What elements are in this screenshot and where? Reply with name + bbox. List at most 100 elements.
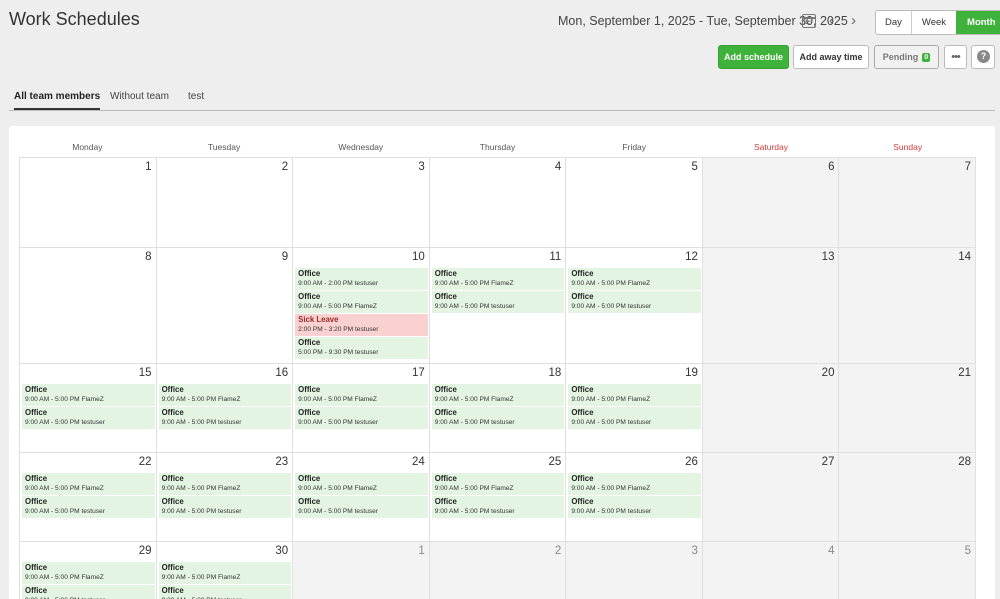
pending-label: Pending [882,52,919,62]
event-title: Office [298,497,321,506]
schedule-event[interactable]: Office 9:00 AM - 5:00 PM FlameZ [431,473,565,495]
add-away-time-button[interactable]: Add away time [793,45,869,69]
day-cell[interactable]: 11 Office 9:00 AM - 5:00 PM FlameZ Office 9:… [429,248,567,364]
day-cell[interactable]: 10 Office 9:00 AM - 2:00 PM testuser Office… [293,248,430,364]
day-cell[interactable]: 7 [839,158,977,248]
day-cell[interactable]: 19 Office 9:00 AM - 5:00 PM FlameZ Office 9:… [566,364,703,453]
schedule-event[interactable]: Office 9:00 AM - 5:00 PM FlameZ [431,384,565,406]
day-cell[interactable]: 29 Office 9:00 AM - 5:00 PM FlameZ Office9:… [20,542,157,599]
schedule-event[interactable]: Office9:00 AM - 5:00 PM testuser [158,407,292,429]
schedule-event[interactable]: Office 9:00 AM - 5:00 PM FlameZ [431,268,565,290]
day-cell[interactable]: 8 [20,248,157,364]
day-cell[interactable]: 5 [839,542,977,599]
day-cell[interactable]: 12 Office 9:00 AM - 5:00 PM FlameZ Office 9:… [566,248,703,364]
day-cell[interactable]: 27 [702,453,840,542]
tab-without-team[interactable]: Without team [110,91,169,108]
day-cell[interactable]: 25 Office 9:00 AM - 5:00 PM FlameZ Office 9:… [429,453,567,542]
event-time: 9:00 AM - 5:00 PM FlameZ [25,396,104,403]
schedule-event[interactable]: Office9:00 AM - 5:00 PM testuser [568,407,701,429]
schedule-event[interactable]: Office 9:00 AM - 5:00 PM FlameZ [568,268,701,290]
add-schedule-button[interactable]: Add schedule [718,45,789,69]
schedule-event[interactable]: Office 9:00 AM - 5:00 PM FlameZ [568,473,701,495]
schedule-event[interactable]: Office 9:00 AM - 5:00 PM FlameZ [22,473,155,495]
day-cell[interactable]: 30 Office 9:00 AM - 5:00 PM FlameZ Office9:… [156,542,294,599]
tab-test[interactable]: test [188,91,204,108]
day-cell[interactable]: 22 Office 9:00 AM - 5:00 PM FlameZ Office 9:… [20,453,157,542]
weekday-friday: Friday [622,142,647,152]
schedule-event[interactable]: Office 9:00 AM - 5:00 PM FlameZ [22,384,155,406]
schedule-event[interactable]: Office 9:00 AM - 5:00 PM FlameZ [568,384,701,406]
schedule-event[interactable]: Office 9:00 AM - 5:00 PM FlameZ [158,473,292,495]
view-day-button[interactable]: Day [876,11,911,34]
chevron-right-icon[interactable]: › [851,13,856,28]
day-cell[interactable]: 2 [156,158,294,248]
day-cell[interactable]: 17 Office 9:00 AM - 5:00 PM FlameZ Office 9:… [293,364,430,453]
help-button[interactable]: ? [971,45,995,69]
day-cell[interactable]: 9 [156,248,294,364]
day-cell[interactable]: 5 [566,158,703,248]
schedule-event[interactable]: Office9:00 AM - 5:00 PM testuser [431,496,565,518]
pending-button[interactable]: Pending 0 [874,45,939,69]
help-icon: ? [977,50,990,63]
event-title: Office [25,497,48,506]
day-cell[interactable]: 14 [839,248,977,364]
event-title: Office [298,385,321,394]
schedule-event[interactable]: Office 9:00 AM - 5:00 PM FlameZ [295,473,428,495]
day-cell[interactable]: 13 [702,248,840,364]
day-cell[interactable]: 15 Office 9:00 AM - 5:00 PM FlameZ Office 9:… [20,364,157,453]
event-time: 9:00 AM - 5:00 PM FlameZ [25,485,104,492]
event-time: 9:00 AM - 5:00 PM testuser [434,419,515,426]
day-cell[interactable]: 1 [293,542,430,599]
day-cell[interactable]: 23 Office 9:00 AM - 5:00 PM FlameZ Office 9:… [156,453,294,542]
event-title: Office [434,385,457,394]
week-row: 8 9 10 Office 9:00 AM - 2:00 PM testuser Offi… [20,248,977,364]
schedule-event[interactable]: Office 9:00 AM - 5:00 PM FlameZ [295,291,428,313]
day-cell[interactable]: 16 Office 9:00 AM - 5:00 PM FlameZ Office 9:… [156,364,294,453]
sick-leave-event[interactable]: Sick Leave 2:00 PM - 3:20 PM testuser [295,314,428,336]
schedule-event[interactable]: Office 9:00 AM - 5:00 PM FlameZ [158,562,292,584]
tab-all-team-members[interactable]: All team members [14,91,101,110]
schedule-event[interactable]: Office9:00 AM - 5:00 PM testuser [158,496,292,518]
day-cell[interactable]: 1 [20,158,157,248]
day-number: 26 [685,456,698,468]
schedule-event[interactable]: Office9:00 AM - 5:00 PM testuser [431,291,565,313]
schedule-event[interactable]: Office 9:00 AM - 5:00 PM FlameZ [158,384,292,406]
schedule-event[interactable]: Office9:00 AM - 5:00 PM testuser [568,291,701,313]
day-cell[interactable]: 3 [293,158,430,248]
event-time: 9:00 AM - 5:00 PM testuser [25,508,105,515]
schedule-event[interactable]: Office9:00 AM - 5:00 PM testuser [295,407,428,429]
day-cell[interactable]: 4 [702,542,840,599]
day-cell[interactable]: 26 Office 9:00 AM - 5:00 PM FlameZ Office 9:… [566,453,703,542]
view-week-button[interactable]: Week [910,11,956,34]
day-cell[interactable]: 18 Office 9:00 AM - 5:00 PM FlameZ Office 9:… [429,364,567,453]
schedule-event[interactable]: Office9:00 AM - 5:00 PM testuser [158,585,292,599]
day-cell[interactable]: 28 [839,453,977,542]
day-cell[interactable]: 4 [429,158,567,248]
more-options-button[interactable]: ••• [944,45,967,69]
event-time: 9:00 AM - 5:00 PM FlameZ [571,485,651,492]
day-cell[interactable]: 3 [566,542,703,599]
schedule-event[interactable]: Office 9:00 AM - 2:00 PM testuser [295,268,428,290]
view-month-button[interactable]: Month [956,11,1000,34]
schedule-event[interactable]: Office9:00 AM - 5:00 PM testuser [568,496,701,518]
day-cell[interactable]: 2 [429,542,567,599]
day-cell[interactable]: 20 [702,364,840,453]
event-time: 9:00 AM - 5:00 PM testuser [161,419,242,426]
schedule-event[interactable]: Office9:00 AM - 5:00 PM testuser [22,585,155,599]
event-title: Office [25,563,48,572]
schedule-event[interactable]: Office 9:00 AM - 5:00 PM FlameZ [22,562,155,584]
day-cell[interactable]: 24 Office 9:00 AM - 5:00 PM FlameZ Office 9:… [293,453,430,542]
schedule-event[interactable]: Office 9:00 AM - 5:00 PM FlameZ [295,384,428,406]
chevron-left-icon[interactable]: ‹ [829,13,834,28]
day-cell[interactable]: 21 [839,364,977,453]
day-number: 29 [138,545,152,557]
schedule-event[interactable]: Office9:00 AM - 5:00 PM testuser [22,407,155,429]
day-cell[interactable]: 6 [702,158,840,248]
event-title: Office [161,563,184,572]
schedule-event[interactable]: Office 9:00 AM - 5:00 PM testuser [22,496,155,518]
schedule-event[interactable]: Office9:00 AM - 5:00 PM testuser [295,496,428,518]
schedule-event[interactable]: Office 5:00 PM - 9:30 PM testuser [295,337,428,359]
weekday-tuesday: Tuesday [207,142,241,152]
schedule-event[interactable]: Office9:00 AM - 5:00 PM testuser [431,407,565,429]
calendar-icon[interactable] [802,14,816,28]
